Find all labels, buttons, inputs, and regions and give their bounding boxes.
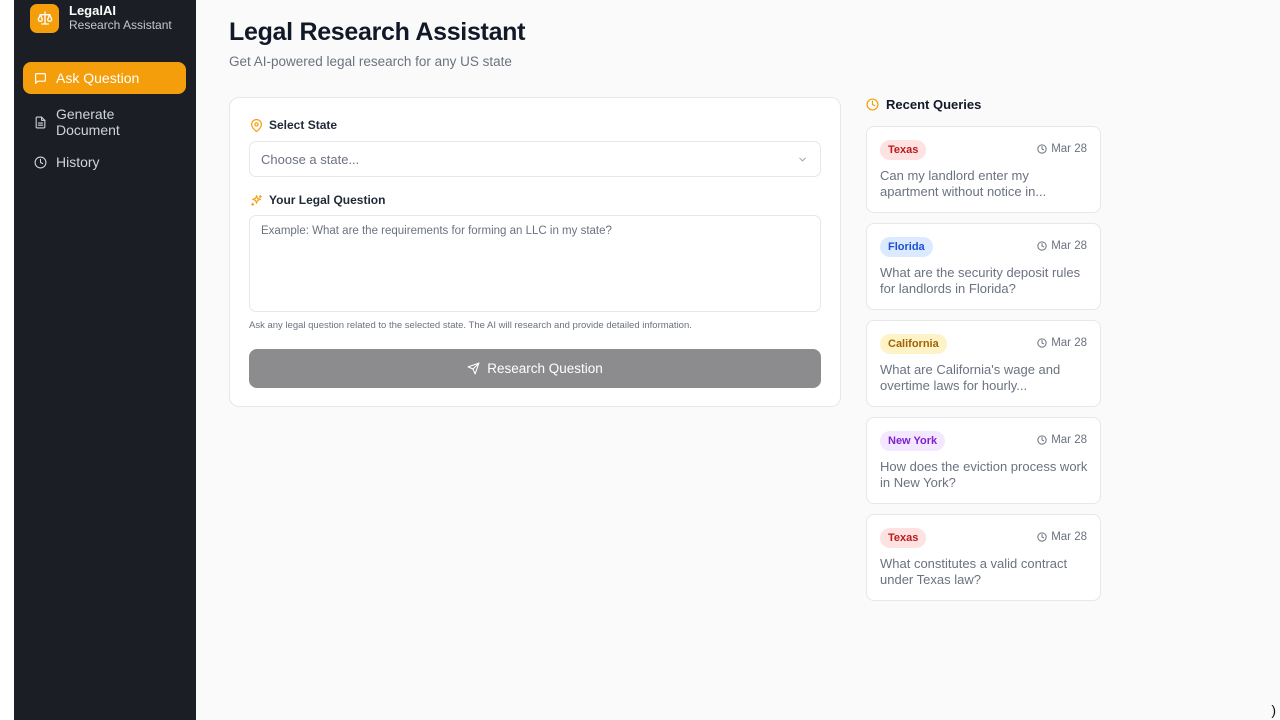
research-question-label: Research Question xyxy=(487,361,603,376)
sidebar: LegalAI Research Assistant Ask Question … xyxy=(14,0,196,720)
state-select[interactable]: Choose a state... xyxy=(249,141,821,177)
clock-icon xyxy=(1037,532,1048,543)
query-date: Mar 28 xyxy=(1037,531,1087,543)
question-hint: Ask any legal question related to the se… xyxy=(249,320,692,331)
brand: LegalAI Research Assistant xyxy=(30,2,190,34)
recent-queries-title: Recent Queries xyxy=(886,97,982,112)
query-date: Mar 28 xyxy=(1037,240,1087,252)
research-question-button[interactable]: Research Question xyxy=(249,349,821,388)
sparkles-icon xyxy=(249,193,263,207)
sidebar-item-label: History xyxy=(56,154,100,170)
query-date: Mar 28 xyxy=(1037,337,1087,349)
clock-icon xyxy=(1037,435,1048,446)
state-badge: New York xyxy=(880,431,946,451)
sidebar-nav: Ask Question Generate Document History xyxy=(23,62,186,178)
brand-name: LegalAI xyxy=(69,2,116,18)
query-text: How does the eviction process work in Ne… xyxy=(880,459,1088,490)
chevron-down-icon xyxy=(797,153,808,168)
state-label: Select State xyxy=(249,118,337,132)
recent-query-card[interactable]: Texas Mar 28 Can my landlord enter my ap… xyxy=(866,126,1101,213)
query-date-text: Mar 28 xyxy=(1051,143,1087,155)
recent-queries-header: Recent Queries xyxy=(866,97,981,112)
sidebar-item-label: Generate Document xyxy=(56,106,120,138)
query-date-text: Mar 28 xyxy=(1051,434,1087,446)
query-text: What are California's wage and overtime … xyxy=(880,362,1061,393)
sidebar-item-label: Ask Question xyxy=(56,70,140,86)
main-content: Legal Research Assistant Get AI-powered … xyxy=(196,0,1280,720)
recent-query-card[interactable]: Texas Mar 28 What constitutes a valid co… xyxy=(866,514,1101,601)
recent-queries-list: Texas Mar 28 Can my landlord enter my ap… xyxy=(866,126,1101,611)
query-date-text: Mar 28 xyxy=(1051,531,1087,543)
clock-icon xyxy=(1037,338,1048,349)
clock-icon xyxy=(1037,241,1048,252)
page-subtitle: Get AI-powered legal research for any US… xyxy=(229,54,512,69)
cursor-fragment-icon: ) xyxy=(1271,702,1276,718)
brand-subtitle: Research Assistant xyxy=(69,17,172,32)
query-date-text: Mar 28 xyxy=(1051,240,1087,252)
state-select-placeholder: Choose a state... xyxy=(261,151,360,167)
query-text: What are the security deposit rules for … xyxy=(880,265,1081,296)
query-text: Can my landlord enter my apartment witho… xyxy=(880,168,1047,199)
query-date: Mar 28 xyxy=(1037,434,1087,446)
question-textarea[interactable] xyxy=(249,215,821,312)
file-text-icon xyxy=(33,115,47,129)
state-badge: Florida xyxy=(880,237,933,257)
recent-query-card[interactable]: Florida Mar 28 What are the security dep… xyxy=(866,223,1101,310)
query-date: Mar 28 xyxy=(1037,143,1087,155)
message-square-icon xyxy=(33,71,47,85)
recent-query-card[interactable]: California Mar 28 What are California's … xyxy=(866,320,1101,407)
state-badge: Texas xyxy=(880,140,927,160)
query-text: What constitutes a valid contract under … xyxy=(880,556,1068,587)
question-label-text: Your Legal Question xyxy=(269,193,386,207)
clock-icon xyxy=(1037,144,1048,155)
clock-icon xyxy=(33,155,47,169)
scale-icon xyxy=(30,3,59,33)
question-label: Your Legal Question xyxy=(249,193,385,207)
clock-icon xyxy=(866,98,880,112)
query-date-text: Mar 28 xyxy=(1051,337,1087,349)
sidebar-item-generate-document[interactable]: Generate Document xyxy=(23,102,186,142)
state-label-text: Select State xyxy=(269,118,338,132)
state-badge: Texas xyxy=(880,528,927,548)
page-title: Legal Research Assistant xyxy=(229,18,526,46)
research-form: Select State Choose a state... Your Lega… xyxy=(229,97,841,407)
map-pin-icon xyxy=(249,118,263,132)
window-edge xyxy=(0,0,14,720)
sidebar-item-ask-question[interactable]: Ask Question xyxy=(23,62,186,94)
state-badge: California xyxy=(880,334,947,354)
sidebar-item-history[interactable]: History xyxy=(23,146,186,178)
send-icon xyxy=(467,362,481,376)
recent-query-card[interactable]: New York Mar 28 How does the eviction pr… xyxy=(866,417,1101,504)
